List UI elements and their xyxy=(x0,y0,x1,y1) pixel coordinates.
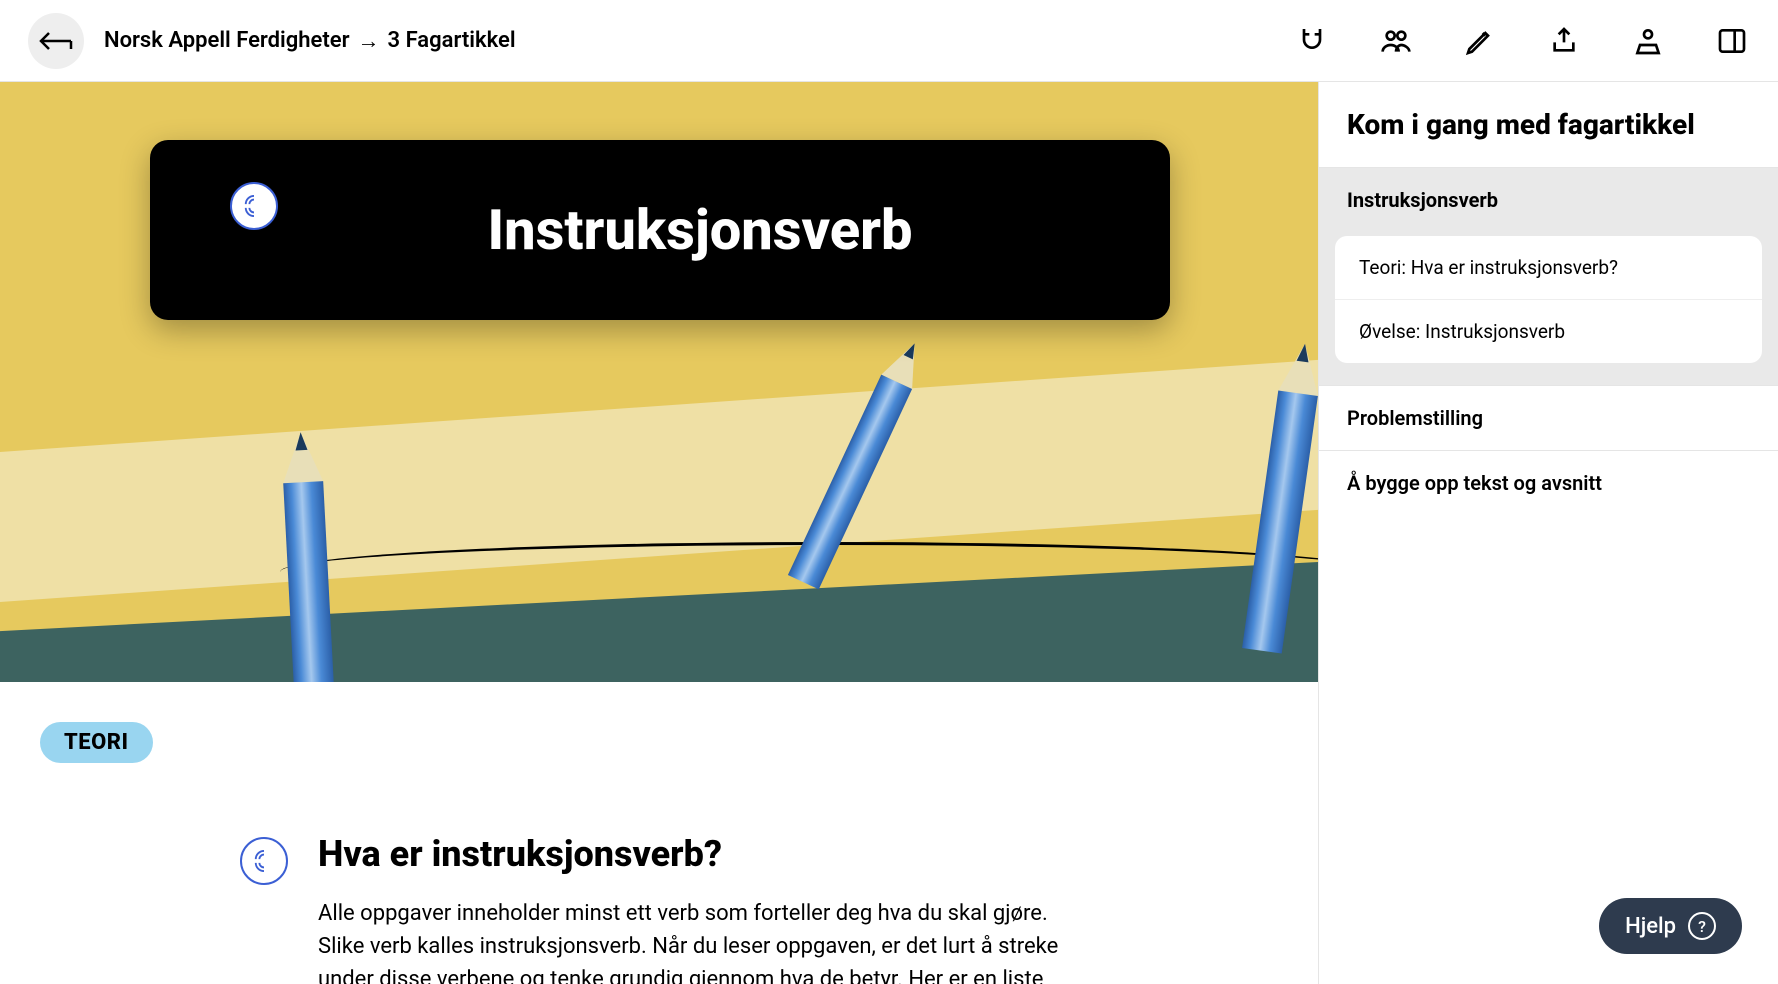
magnet-icon[interactable] xyxy=(1294,23,1330,59)
help-label: Hjelp xyxy=(1625,914,1676,939)
sidebar-section-bygge-tekst: Å bygge opp tekst og avsnitt xyxy=(1319,450,1778,515)
article: Hva er instruksjonsverb? Alle oppgaver i… xyxy=(40,833,1090,984)
sidebar-section-header[interactable]: Instruksjonsverb xyxy=(1319,168,1778,232)
help-question-icon: ? xyxy=(1688,912,1716,940)
share-icon[interactable] xyxy=(1546,23,1582,59)
topbar: Norsk Appell Ferdigheter → 3 Fagartikkel xyxy=(0,0,1778,82)
sidebar-section-header[interactable]: Å bygge opp tekst og avsnitt xyxy=(1319,451,1778,515)
topbar-right xyxy=(1294,23,1750,59)
audio-icon[interactable] xyxy=(230,182,278,230)
hero-title: Instruksjonsverb xyxy=(230,197,1170,263)
topbar-left: Norsk Appell Ferdigheter → 3 Fagartikkel xyxy=(28,13,516,69)
panel-toggle-icon[interactable] xyxy=(1714,23,1750,59)
audio-icon[interactable] xyxy=(240,837,288,885)
content-area: TEORI Hva er instruksjonsverb? Alle oppg… xyxy=(0,682,1318,984)
article-heading: Hva er instruksjonsverb? xyxy=(318,833,1090,875)
people-icon[interactable] xyxy=(1378,23,1414,59)
breadcrumb: Norsk Appell Ferdigheter → 3 Fagartikkel xyxy=(104,28,516,54)
sidebar: Kom i gang med fagartikkel Instruksjonsv… xyxy=(1318,82,1778,984)
breadcrumb-current: 3 Fagartikkel xyxy=(388,28,516,53)
breadcrumb-parent[interactable]: Norsk Appell Ferdigheter xyxy=(104,28,350,53)
sidebar-title: Kom i gang med fagartikkel xyxy=(1319,82,1778,167)
sidebar-item-teori[interactable]: Teori: Hva er instruksjonsverb? xyxy=(1335,236,1762,300)
sidebar-item-ovelse[interactable]: Øvelse: Instruksjonsverb xyxy=(1335,300,1762,363)
hero-title-card: Instruksjonsverb xyxy=(150,140,1170,320)
breadcrumb-arrow: → xyxy=(358,28,380,54)
sidebar-section-problemstilling: Problemstilling xyxy=(1319,385,1778,450)
sidebar-section-header[interactable]: Problemstilling xyxy=(1319,386,1778,450)
sidebar-subitems: Teori: Hva er instruksjonsverb? Øvelse: … xyxy=(1335,236,1762,363)
article-paragraph: Alle oppgaver inneholder minst ett verb … xyxy=(318,897,1090,984)
theory-pill: TEORI xyxy=(40,722,153,763)
user-box-icon[interactable] xyxy=(1630,23,1666,59)
back-arrow-icon xyxy=(39,29,73,53)
hero-banner: Instruksjonsverb xyxy=(0,82,1318,682)
sidebar-section-instruksjonsverb: Instruksjonsverb Teori: Hva er instruksj… xyxy=(1319,167,1778,385)
layout: Instruksjonsverb TEORI Hva er instruksjo… xyxy=(0,82,1778,984)
main-content[interactable]: Instruksjonsverb TEORI Hva er instruksjo… xyxy=(0,82,1318,984)
back-button[interactable] xyxy=(28,13,84,69)
pencil-icon[interactable] xyxy=(1462,23,1498,59)
article-body: Hva er instruksjonsverb? Alle oppgaver i… xyxy=(318,833,1090,984)
help-button[interactable]: Hjelp ? xyxy=(1599,898,1742,954)
